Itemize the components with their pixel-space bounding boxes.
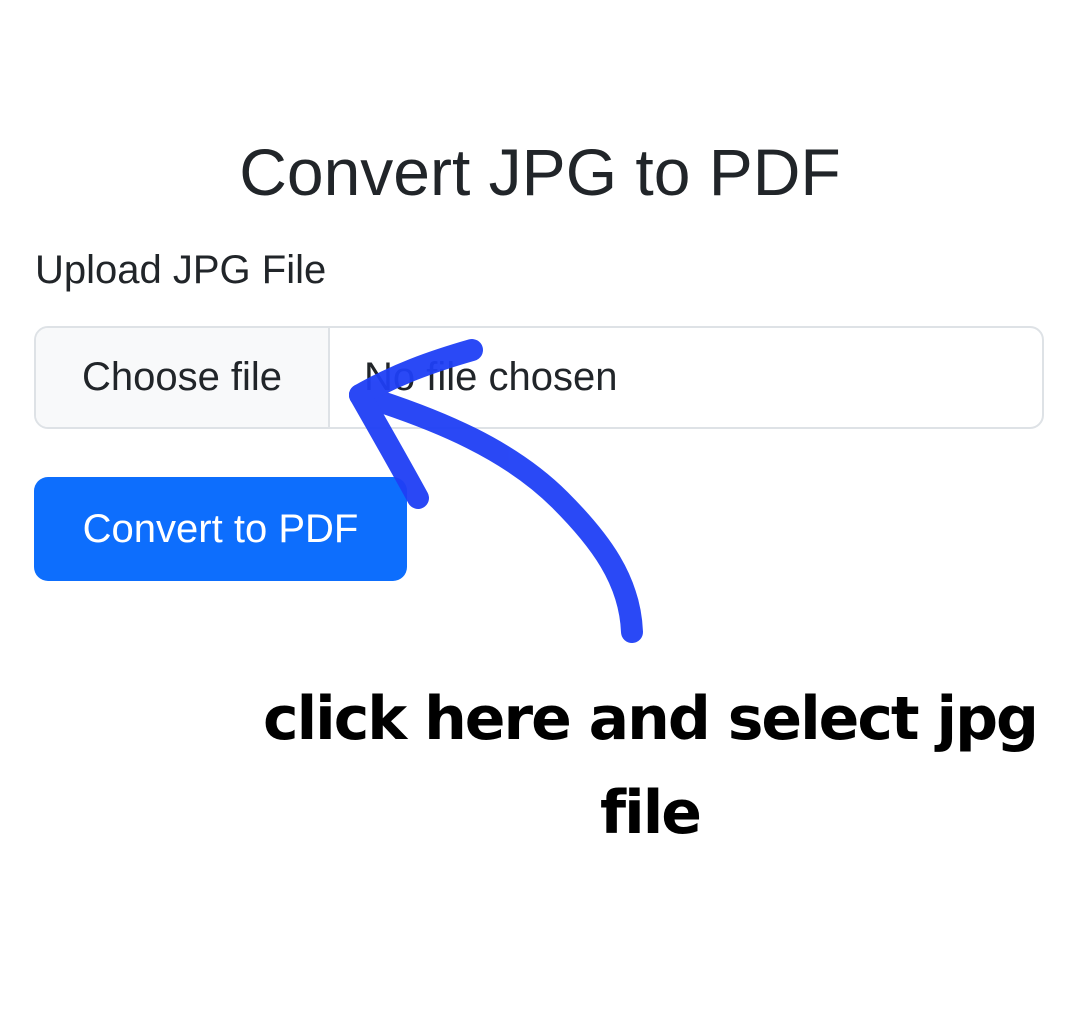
choose-file-button[interactable]: Choose file: [36, 328, 330, 427]
upload-label: Upload JPG File: [35, 248, 327, 292]
page-title: Convert JPG to PDF: [239, 135, 841, 209]
file-input[interactable]: Choose file No file chosen: [34, 326, 1044, 429]
annotation-text: click here and select jpg file: [263, 684, 1039, 848]
convert-to-pdf-button[interactable]: Convert to PDF: [34, 477, 407, 581]
file-status-text: No file chosen: [364, 355, 618, 399]
